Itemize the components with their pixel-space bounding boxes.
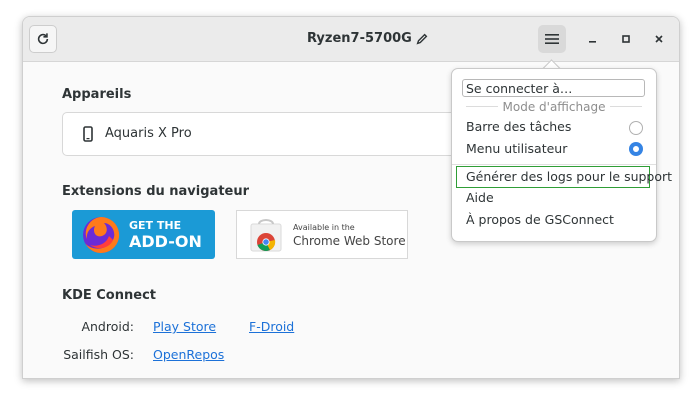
close-icon [655,35,663,43]
close-button[interactable] [645,25,673,53]
menu-item-user-menu[interactable]: Menu utilisateur [466,141,567,156]
menu-item-about[interactable]: À propos de GSConnect [466,212,614,227]
rename-button[interactable] [408,25,436,53]
maximize-button[interactable] [612,25,640,53]
main-menu-popover: Se connecter à… Mode d'affichage Barre d… [451,68,672,242]
play-store-link[interactable]: Play Store [153,319,216,334]
smartphone-icon [83,126,93,142]
chrome-web-store-button[interactable]: Available in the Chrome Web Store [236,210,408,259]
sailfish-label: Sailfish OS: [63,347,134,362]
minimize-button[interactable] [579,25,607,53]
header-bar: Ryzen7-5700G [23,17,679,62]
menu-divider [452,164,656,165]
menu-item-connect[interactable]: Se connecter à… [466,81,572,96]
devices-heading: Appareils [62,87,132,102]
firefox-badge-line1: GET THE [129,219,182,232]
extensions-heading: Extensions du navigateur [62,184,250,199]
refresh-button[interactable] [29,25,57,53]
display-mode-label: Mode d'affichage [502,100,606,114]
main-menu-button[interactable] [538,25,566,53]
device-name: Aquaris X Pro [105,126,192,141]
radio-taskbar[interactable] [629,121,643,135]
f-droid-link[interactable]: F-Droid [249,319,294,334]
maximize-icon [622,35,630,43]
radio-user-menu[interactable] [629,142,643,156]
pencil-icon [416,33,428,45]
menu-item-generate-logs[interactable]: Générer des logs pour le support [466,169,672,184]
firefox-badge-line2: ADD-ON [129,232,202,251]
refresh-icon [37,33,49,45]
minimize-icon [589,41,596,43]
window-title: Ryzen7-5700G [307,31,412,46]
chrome-badge-line1: Available in the [293,223,355,232]
chrome-web-store-icon [250,219,282,252]
chrome-badge-line2: Chrome Web Store [293,234,406,248]
firefox-logo-icon [83,216,120,253]
hamburger-menu-icon [545,34,559,44]
menu-item-taskbar[interactable]: Barre des tâches [466,119,571,134]
firefox-addon-button[interactable]: GET THE ADD-ON [72,210,215,259]
kde-connect-heading: KDE Connect [62,288,156,303]
openrepos-link[interactable]: OpenRepos [153,347,224,362]
android-label: Android: [81,319,134,334]
menu-item-help[interactable]: Aide [466,190,494,205]
